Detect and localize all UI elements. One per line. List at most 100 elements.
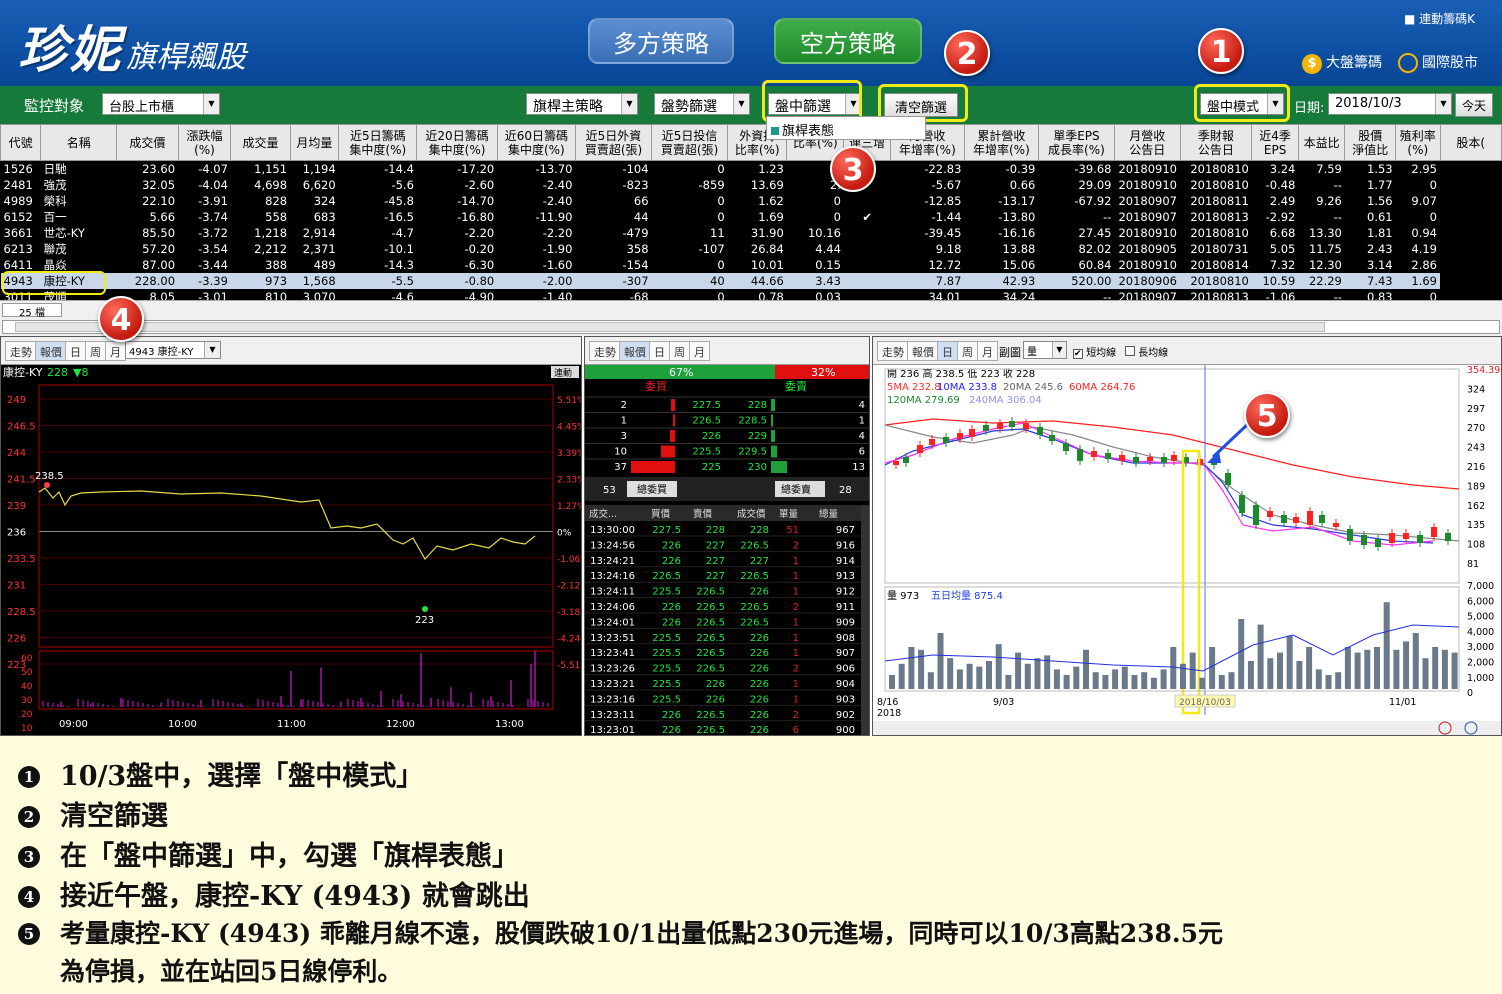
column-header[interactable]: 本益比 — [1297, 124, 1346, 161]
tab-week[interactable]: 周 — [85, 341, 106, 361]
table-cell: 20180907 — [1118, 210, 1177, 224]
ma5-line — [884, 422, 1434, 546]
step-badge-5: 5 — [1244, 392, 1290, 438]
tick-cell: 900 — [836, 725, 855, 735]
table-row[interactable]: 1526 日馳 23.60 -4.07 1,151 1,194 -14.4 -17.20 -13… — [1, 161, 1502, 178]
volume-bar — [995, 644, 1002, 689]
chip-k-link[interactable]: ■ 連動籌碼K — [1404, 10, 1475, 27]
pct-tick-label: -1.06% — [557, 555, 581, 565]
table-cell: -4.07 — [198, 162, 228, 176]
tick-cell: 226 — [706, 679, 725, 690]
stock-select[interactable]: 4943 康控-KY ▼ — [125, 341, 221, 359]
table-cell: 29.09 — [1078, 178, 1112, 192]
tab-month[interactable]: 月 — [689, 341, 710, 361]
table-cell: 0 — [1429, 178, 1437, 192]
tab-trend[interactable]: 走勢 — [5, 341, 37, 361]
bid-qty: 37 — [614, 462, 627, 473]
column-header[interactable]: 月營收 公告日 — [1113, 124, 1181, 161]
checkbox-icon[interactable] — [771, 127, 779, 135]
tick-cell: 2 — [793, 602, 799, 613]
ask-price: 230 — [748, 462, 767, 473]
table-row[interactable]: 2481 強茂 32.05 -4.04 4,698 6,620 -5.6 -2.60 -2.40… — [1, 177, 1502, 193]
table-cell: 20180731 — [1190, 242, 1249, 256]
column-header[interactable]: 近5日投信 買賣超(張) — [651, 124, 729, 161]
table-row[interactable]: 4943 康控-KY 228.00 -3.39 973 1,568 -5.5 -0.80 -2.… — [0, 273, 1502, 289]
table-row[interactable]: 3661 世芯-KY 85.50 -3.72 1,218 2,914 -4.7 -2.20 -2… — [1, 225, 1502, 241]
column-header[interactable]: 月均量 — [289, 124, 340, 161]
tick-cell: 227 — [706, 540, 725, 551]
column-header[interactable]: 近60日籌碼 集中度(%) — [496, 124, 576, 161]
y-tick-label: 81 — [1467, 559, 1479, 570]
long-strategy-button[interactable]: 多方策略 — [588, 18, 734, 64]
date-picker[interactable]: 2018/10/3 ▼ — [1328, 93, 1452, 115]
tab-day[interactable]: 日 — [649, 341, 670, 361]
y-tick-label: 233.5 — [7, 554, 36, 565]
table-cell: 20180910 — [1118, 226, 1177, 240]
table-row[interactable]: 3011 茂順 8.05 -3.01 810 3,070 -4.6 -4.90 -1.40 -68… — [1, 289, 1502, 300]
column-header[interactable]: 季財報 公告日 — [1179, 124, 1253, 161]
column-header[interactable]: 名稱 — [40, 124, 118, 161]
column-header[interactable]: 單季EPS 成長率(%) — [1037, 124, 1115, 161]
vol-tick-label: 30 — [21, 696, 33, 706]
tab-quote[interactable]: 報價 — [619, 341, 651, 361]
column-header[interactable]: 近5日外資 買賣超(張) — [574, 124, 653, 161]
horizontal-scrollbar[interactable] — [2, 320, 1500, 334]
column-header[interactable]: 近4季 EPS — [1251, 124, 1299, 161]
short-ma-toggle[interactable]: ✔ 短均線 — [1073, 344, 1116, 359]
table-cell: 20180813 — [1190, 290, 1249, 300]
panel-tabs: 走勢 報價 日 周 月 4943 康控-KY ▼ — [1, 337, 581, 365]
ask-bar — [771, 399, 775, 411]
market-chip-link[interactable]: $ 大盤籌碼 — [1302, 52, 1382, 74]
tick-header-label: 成交價 — [737, 508, 766, 520]
trend-filter-value: 盤勢篩選 — [661, 99, 717, 115]
volume-readout: 量 973 — [887, 590, 919, 602]
result-count-bar: 25 檔 — [0, 300, 1502, 336]
table-row[interactable]: 6213 聯茂 57.20 -3.54 2,212 2,371 -10.1 -0.20 -1.9… — [1, 241, 1502, 257]
pct-tick-label: 4.45% — [557, 423, 581, 433]
flagpole-option[interactable]: 旗桿表態 — [782, 124, 834, 139]
table-cell: -5.67 — [931, 178, 962, 192]
tab-trend[interactable]: 走勢 — [877, 341, 909, 361]
candle-body — [1077, 449, 1083, 461]
column-header[interactable]: 近5日籌碼 集中度(%) — [338, 124, 418, 161]
monitor-select[interactable]: 台股上市櫃 ▼ — [102, 93, 220, 115]
column-header[interactable]: 累計營收 年增率(%) — [963, 124, 1039, 161]
tab-trend[interactable]: 走勢 — [589, 341, 621, 361]
volume-bar — [1432, 647, 1439, 689]
candle-body — [983, 425, 989, 431]
tab-week[interactable]: 周 — [669, 341, 690, 361]
main-strategy-select[interactable]: 旗桿主策略 ▼ — [526, 93, 638, 115]
column-header[interactable]: 殖利率 (%) — [1395, 124, 1441, 161]
column-header[interactable]: 股本( — [1439, 124, 1502, 161]
tab-week[interactable]: 周 — [957, 341, 978, 361]
scroll-thumb[interactable] — [15, 322, 1325, 332]
intl-market-link[interactable]: 國際股市 — [1398, 52, 1478, 73]
short-strategy-button[interactable]: 空方策略 — [774, 18, 922, 64]
subchart-select[interactable]: 量 ▼ — [1023, 341, 1067, 359]
tab-month[interactable]: 月 — [977, 341, 998, 361]
table-row[interactable]: 6411 晶焱 87.00 -3.44 388 489 -14.3 -6.30 -1.60 -15… — [1, 257, 1502, 273]
tab-month[interactable]: 月 — [105, 341, 126, 361]
table-row[interactable]: 6152 百一 5.66 -3.74 558 683 -16.5 -16.80 -11.90 44… — [1, 209, 1502, 225]
column-header[interactable]: 成交量 — [230, 124, 291, 161]
trend-filter-select[interactable]: 盤勢篩選 ▼ — [654, 93, 750, 115]
vol-tick-label: 6,000 — [1467, 596, 1494, 607]
tab-day[interactable]: 日 — [937, 341, 958, 361]
table-cell: 0.94 — [1411, 226, 1437, 240]
column-header[interactable]: 代號 — [0, 124, 42, 161]
tab-day[interactable]: 日 — [65, 341, 86, 361]
tab-quote[interactable]: 報價 — [907, 341, 939, 361]
high-marker — [44, 482, 50, 488]
long-ma-toggle[interactable]: 長均線 — [1125, 344, 1168, 359]
today-button[interactable]: 今天 — [1455, 93, 1494, 117]
table-row[interactable]: 4989 榮科 22.10 -3.91 828 324 -45.8 -14.70 -2.40 66… — [1, 193, 1502, 209]
y-tick-label: 231 — [7, 581, 26, 592]
column-header[interactable]: 成交價 — [116, 124, 179, 161]
column-header[interactable]: 股價 淨值比 — [1344, 124, 1397, 161]
column-header[interactable]: 近20日籌碼 集中度(%) — [416, 124, 498, 161]
table-cell: -16.5 — [384, 210, 414, 224]
table-cell: 2.86 — [1411, 258, 1437, 272]
tab-quote[interactable]: 報價 — [35, 341, 67, 361]
price-change: ▼8 — [73, 366, 88, 379]
column-header[interactable]: 漲跌幅 (%) — [177, 124, 232, 161]
